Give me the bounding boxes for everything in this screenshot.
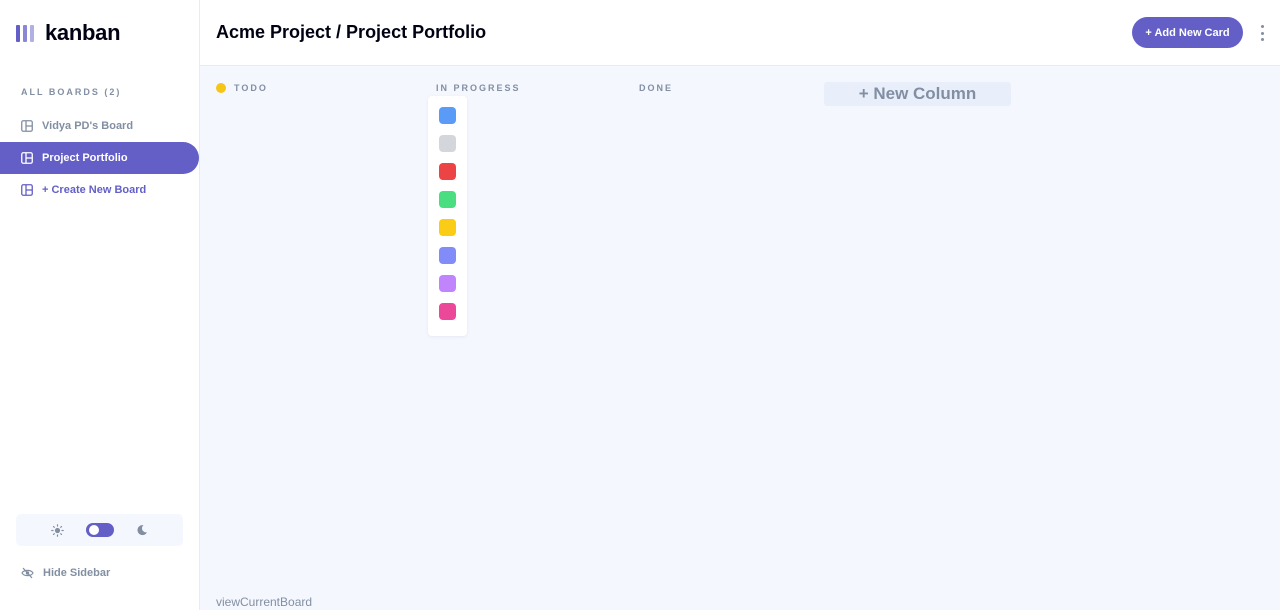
eye-slash-icon bbox=[21, 567, 34, 579]
sidebar-item-label: + Create New Board bbox=[42, 184, 147, 196]
column-status-dot bbox=[216, 83, 226, 93]
color-swatch[interactable] bbox=[439, 219, 456, 236]
column-in-progress: IN PROGRESS bbox=[436, 82, 521, 94]
board-icon bbox=[21, 120, 33, 132]
color-swatch[interactable] bbox=[439, 107, 456, 124]
board-icon bbox=[21, 184, 33, 196]
color-swatch[interactable] bbox=[439, 303, 456, 320]
hide-sidebar-button[interactable]: Hide Sidebar bbox=[21, 565, 110, 581]
column-title: IN PROGRESS bbox=[436, 83, 521, 93]
sidebar-item-vidya-board[interactable]: Vidya PD's Board bbox=[0, 110, 199, 142]
sun-icon bbox=[51, 523, 64, 537]
vertical-ellipsis-icon[interactable] bbox=[1257, 25, 1267, 41]
color-swatch[interactable] bbox=[439, 135, 456, 152]
color-swatch[interactable] bbox=[439, 275, 456, 292]
board-icon bbox=[21, 152, 33, 164]
theme-toggle bbox=[16, 514, 183, 546]
column-title: TODO bbox=[234, 83, 268, 93]
sidebar: kanban ALL BOARDS (2) Vidya PD's Board P… bbox=[0, 0, 200, 610]
sidebar-item-label: Project Portfolio bbox=[42, 152, 128, 164]
board-list: Vidya PD's Board Project Portfolio + Cre… bbox=[0, 110, 200, 206]
create-new-board-button[interactable]: + Create New Board bbox=[0, 174, 199, 206]
theme-switch-knob bbox=[89, 525, 99, 535]
moon-icon bbox=[137, 525, 147, 536]
add-new-card-button[interactable]: + Add New Card bbox=[1132, 17, 1243, 48]
sidebar-item-project-portfolio[interactable]: Project Portfolio bbox=[0, 142, 199, 174]
status-text: viewCurrentBoard bbox=[216, 595, 313, 609]
theme-switch[interactable] bbox=[86, 523, 114, 537]
sidebar-item-label: Vidya PD's Board bbox=[42, 120, 134, 132]
column-done: DONE bbox=[639, 82, 673, 94]
color-swatch[interactable] bbox=[439, 191, 456, 208]
top-header: Acme Project / Project Portfolio + Add N… bbox=[200, 0, 1280, 66]
color-swatch[interactable] bbox=[439, 247, 456, 264]
logo-text: kanban bbox=[45, 20, 121, 45]
hide-sidebar-label: Hide Sidebar bbox=[43, 567, 111, 579]
page-title: Acme Project / Project Portfolio bbox=[216, 22, 487, 42]
new-column-button[interactable]: + New Column bbox=[824, 82, 1011, 106]
column-todo: TODO bbox=[216, 82, 268, 94]
boards-heading: ALL BOARDS (2) bbox=[21, 87, 122, 97]
app-logo[interactable]: kanban bbox=[16, 20, 121, 46]
color-picker bbox=[428, 96, 467, 336]
color-swatch[interactable] bbox=[439, 163, 456, 180]
column-title: DONE bbox=[639, 83, 674, 93]
logo-icon bbox=[16, 24, 34, 42]
